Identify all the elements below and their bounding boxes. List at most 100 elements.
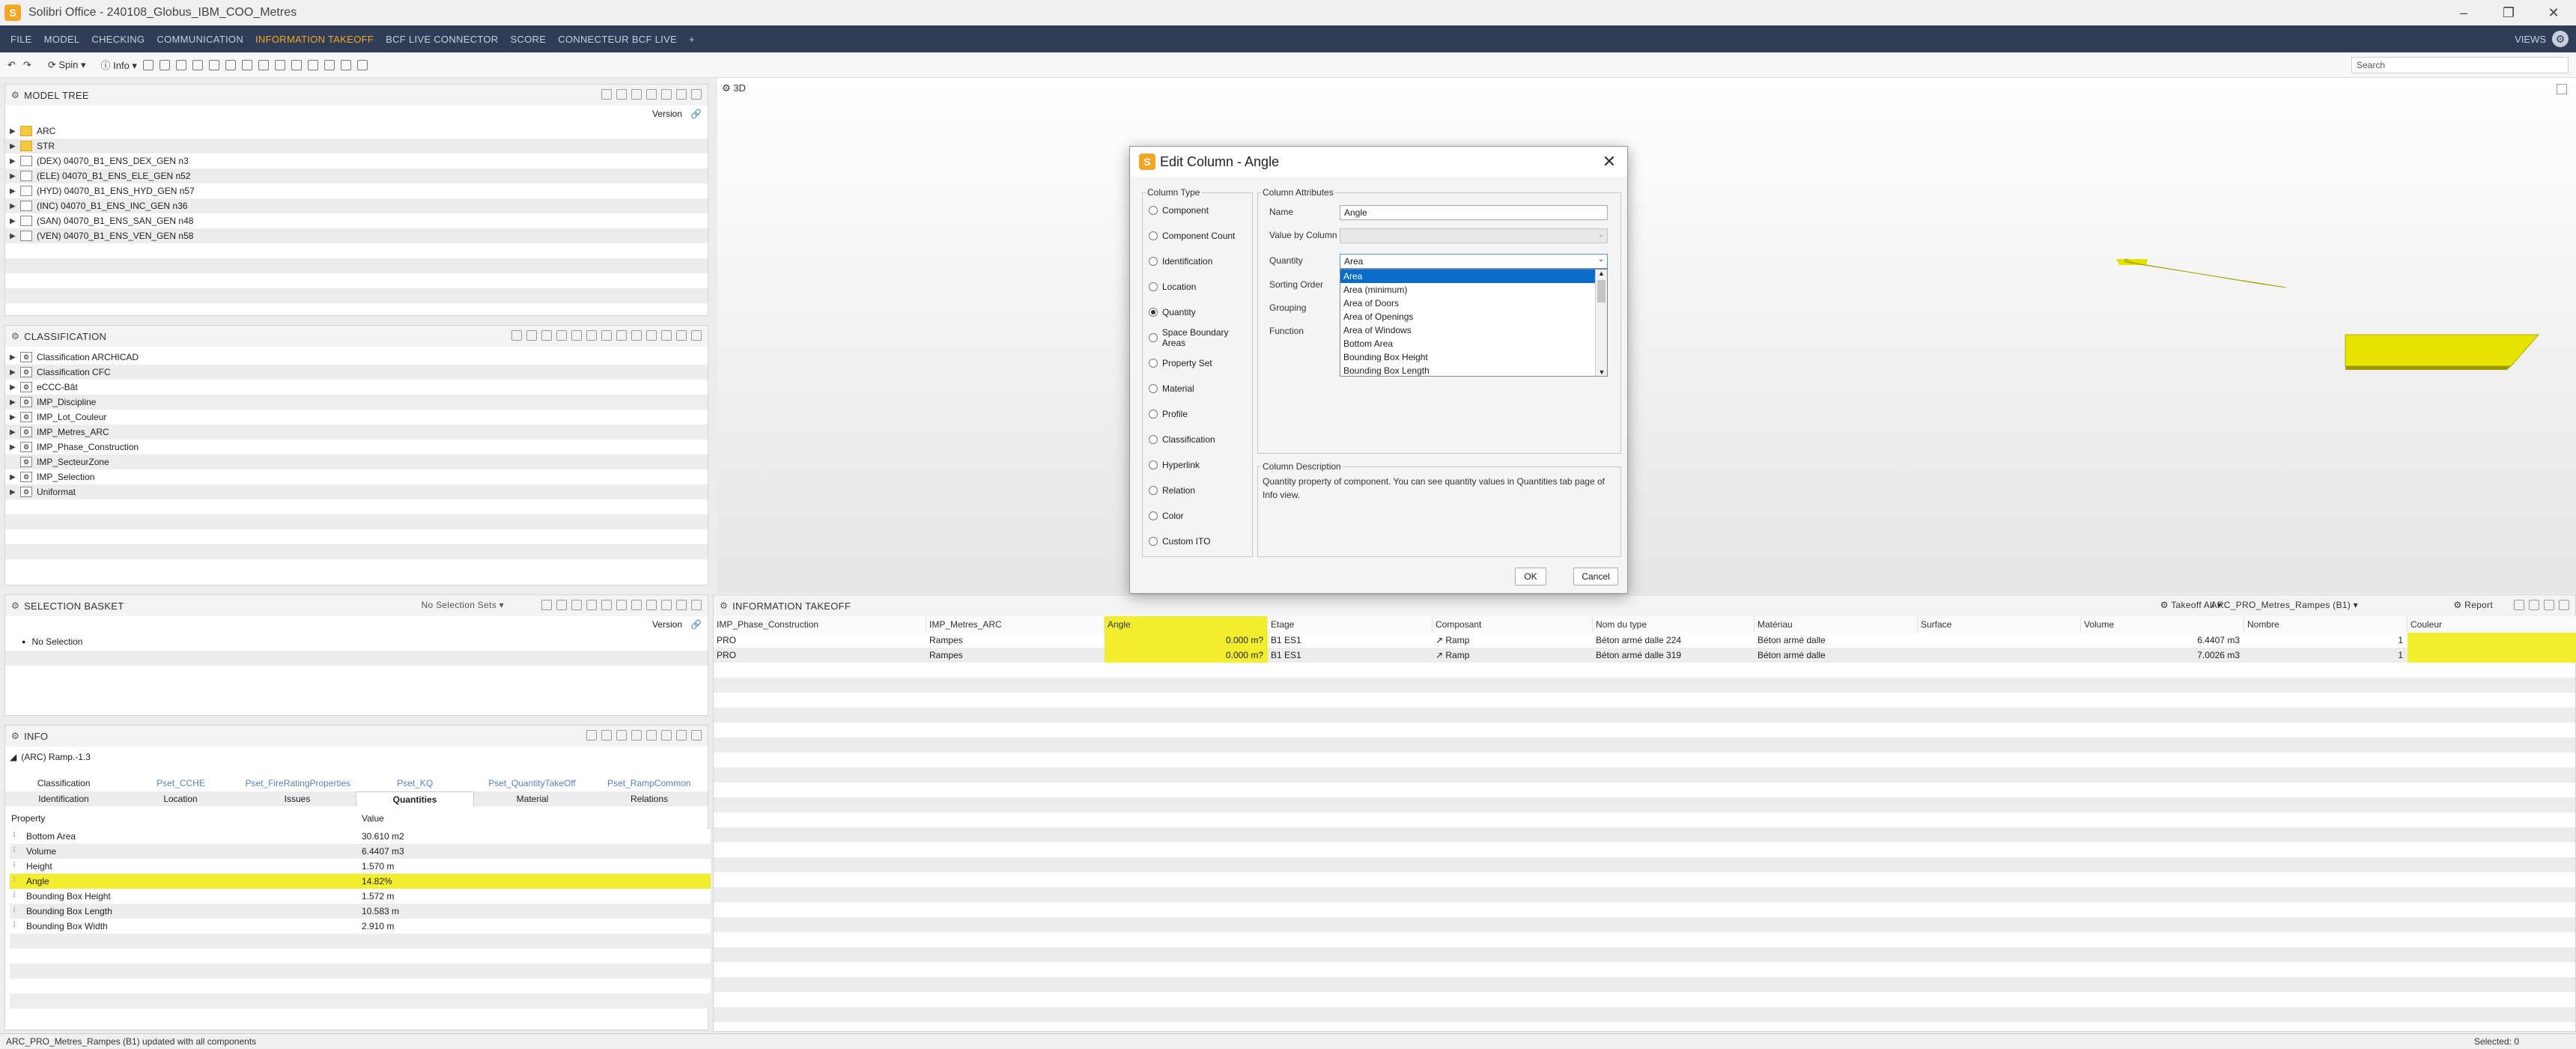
measure-icon[interactable] — [307, 59, 318, 70]
expand-arrow-icon[interactable]: ▶ — [10, 428, 20, 437]
expand-arrow-icon[interactable]: ▶ — [10, 172, 20, 180]
drag-handle-icon[interactable]: ⠇ — [13, 874, 18, 889]
tool-icon[interactable] — [192, 59, 203, 70]
expand-arrow-icon[interactable]: ▶ — [10, 353, 20, 362]
column-header[interactable]: Nom du type — [1593, 616, 1755, 633]
classification-item[interactable]: ▶ ⚙ eCCC-Bât — [5, 380, 708, 395]
tab-classification[interactable]: Classification — [5, 778, 122, 791]
panel-settings-icon[interactable]: ⚙ — [720, 600, 728, 611]
expand-arrow-icon[interactable]: ▶ — [10, 202, 20, 210]
radio-icon[interactable] — [1149, 333, 1158, 342]
classification-item[interactable]: ▶ ⚙ IMP_Metres_ARC — [5, 425, 708, 440]
tree-item[interactable]: ▶ (HYD) 04070_B1_ENS_HYD_GEN n57 — [5, 183, 708, 198]
radio-material[interactable]: Material — [1143, 376, 1252, 401]
new-icon[interactable] — [541, 330, 552, 341]
tab-identification[interactable]: Identification — [5, 791, 122, 806]
dropdown-scrollbar[interactable]: ▲ ▼ — [1595, 270, 1607, 376]
dialog-close-button[interactable]: ✕ — [1599, 151, 1620, 172]
tool-icon[interactable] — [601, 600, 612, 610]
column-header[interactable]: Couleur — [2408, 616, 2576, 633]
expand-arrow-icon[interactable]: ▶ — [10, 187, 20, 195]
tree-icon[interactable] — [646, 89, 657, 100]
tool-icon[interactable] — [571, 600, 582, 610]
tab-pset-fireratingproperties[interactable]: Pset_FireRatingProperties — [240, 778, 356, 791]
dropdown-icon[interactable] — [631, 730, 642, 741]
panel-settings-icon[interactable]: ⚙ — [11, 90, 19, 100]
zoom-in-icon[interactable] — [258, 59, 269, 70]
expand-arrow-icon[interactable]: ▶ — [10, 413, 20, 422]
panel-icon[interactable] — [676, 330, 687, 341]
version-column[interactable]: Version — [652, 619, 682, 630]
drag-handle-icon[interactable]: ⠇ — [13, 904, 18, 919]
radio-icon[interactable] — [1149, 231, 1158, 240]
tool-icon[interactable] — [616, 600, 627, 610]
gear-icon[interactable]: ⚙ — [2552, 31, 2569, 47]
property-row[interactable]: ⠇ Bounding Box Length 10.583 m — [10, 904, 711, 919]
expand-arrow-icon[interactable]: ▶ — [10, 232, 20, 240]
classification-item[interactable]: ▶ ⚙ IMP_Selection — [5, 469, 708, 484]
tool-icon[interactable] — [159, 59, 170, 70]
name-field[interactable]: Angle — [1340, 205, 1608, 220]
sort-icon[interactable] — [586, 730, 597, 741]
link-icon[interactable]: 🔗 — [690, 109, 702, 119]
menu-checking[interactable]: CHECKING — [91, 34, 145, 45]
dropdown-option[interactable]: Area of Windows — [1340, 323, 1595, 337]
ok-button[interactable]: OK — [1515, 568, 1546, 586]
radio-icon[interactable] — [1149, 435, 1158, 444]
dropdown-option[interactable]: Bounding Box Length — [1340, 364, 1595, 377]
radio-icon[interactable] — [1149, 537, 1158, 546]
radio-quantity[interactable]: Quantity — [1143, 300, 1252, 325]
tool-icon[interactable] — [646, 600, 657, 610]
tool-icon[interactable] — [225, 59, 236, 70]
scroll-down-icon[interactable]: ▼ — [1596, 368, 1608, 376]
tab-quantities[interactable]: Quantities — [356, 791, 474, 806]
tab-relations[interactable]: Relations — [591, 791, 708, 806]
classification-item[interactable]: ▶ ⚙ Uniformat — [5, 484, 708, 499]
tool-icon[interactable] — [676, 730, 687, 741]
tree-icon[interactable] — [526, 330, 537, 341]
radio-icon[interactable] — [1149, 282, 1158, 291]
panel-settings-icon[interactable]: ⚙ — [11, 331, 19, 341]
maximize-panel-icon[interactable] — [691, 330, 702, 341]
classification-item[interactable]: ▶ ⚙ IMP_Discipline — [5, 395, 708, 410]
radio-icon[interactable] — [1149, 206, 1158, 215]
expand-arrow-icon[interactable]: ▶ — [10, 488, 20, 496]
copy-icon[interactable] — [556, 330, 567, 341]
tree-item[interactable]: ▶ (INC) 04070_B1_ENS_INC_GEN n36 — [5, 198, 708, 213]
scroll-thumb[interactable] — [1597, 280, 1606, 302]
section-icon[interactable] — [323, 59, 335, 70]
property-row[interactable]: ⠇ Bottom Area 30.610 m2 — [10, 829, 711, 844]
scroll-up-icon[interactable]: ▲ — [1596, 270, 1607, 277]
radio-icon[interactable] — [1149, 410, 1158, 419]
column-header[interactable]: IMP_Metres_ARC — [926, 616, 1105, 633]
column-header[interactable]: Composant — [1433, 616, 1593, 633]
print-icon[interactable] — [356, 59, 368, 70]
col-property[interactable]: Property — [11, 813, 45, 824]
camera-icon[interactable] — [340, 59, 351, 70]
dropdown-option[interactable]: Bounding Box Height — [1340, 350, 1595, 364]
tree-item[interactable]: ▶ (SAN) 04070_B1_ENS_SAN_GEN n48 — [5, 213, 708, 228]
filter-icon[interactable] — [511, 330, 522, 341]
tool-icon[interactable] — [556, 600, 567, 610]
dropdown-option[interactable]: Area — [1340, 270, 1595, 283]
maximize-panel-icon[interactable] — [691, 600, 702, 610]
classification-item[interactable]: ▶ ⚙ IMP_Phase_Construction — [5, 440, 708, 454]
radio-icon[interactable] — [1149, 308, 1158, 317]
classification-item[interactable]: ▶ ⚙ IMP_Lot_Couleur — [5, 410, 708, 425]
drag-handle-icon[interactable]: ⠇ — [13, 889, 18, 904]
dropdown-option[interactable]: Area of Doors — [1340, 297, 1595, 310]
tree-item[interactable]: ▶ (ELE) 04070_B1_ENS_ELE_GEN n52 — [5, 168, 708, 183]
classification-item[interactable]: ⚙ IMP_SecteurZone — [5, 454, 708, 469]
column-header[interactable]: IMP_Phase_Construction — [714, 616, 926, 633]
tool-icon[interactable] — [208, 59, 219, 70]
radio-profile[interactable]: Profile — [1143, 401, 1252, 427]
panel-icon[interactable] — [2514, 600, 2524, 610]
dropdown-option[interactable]: Bottom Area — [1340, 337, 1595, 350]
cancel-button[interactable]: Cancel — [1573, 568, 1618, 586]
menu-[interactable]: + — [689, 34, 695, 45]
report-button[interactable]: ⚙ Report — [2453, 600, 2493, 610]
menu-model[interactable]: MODEL — [44, 34, 80, 45]
maximize-panel-icon[interactable] — [691, 730, 702, 741]
tool-icon[interactable] — [631, 600, 642, 610]
views-menu[interactable]: VIEWS — [2515, 34, 2546, 45]
